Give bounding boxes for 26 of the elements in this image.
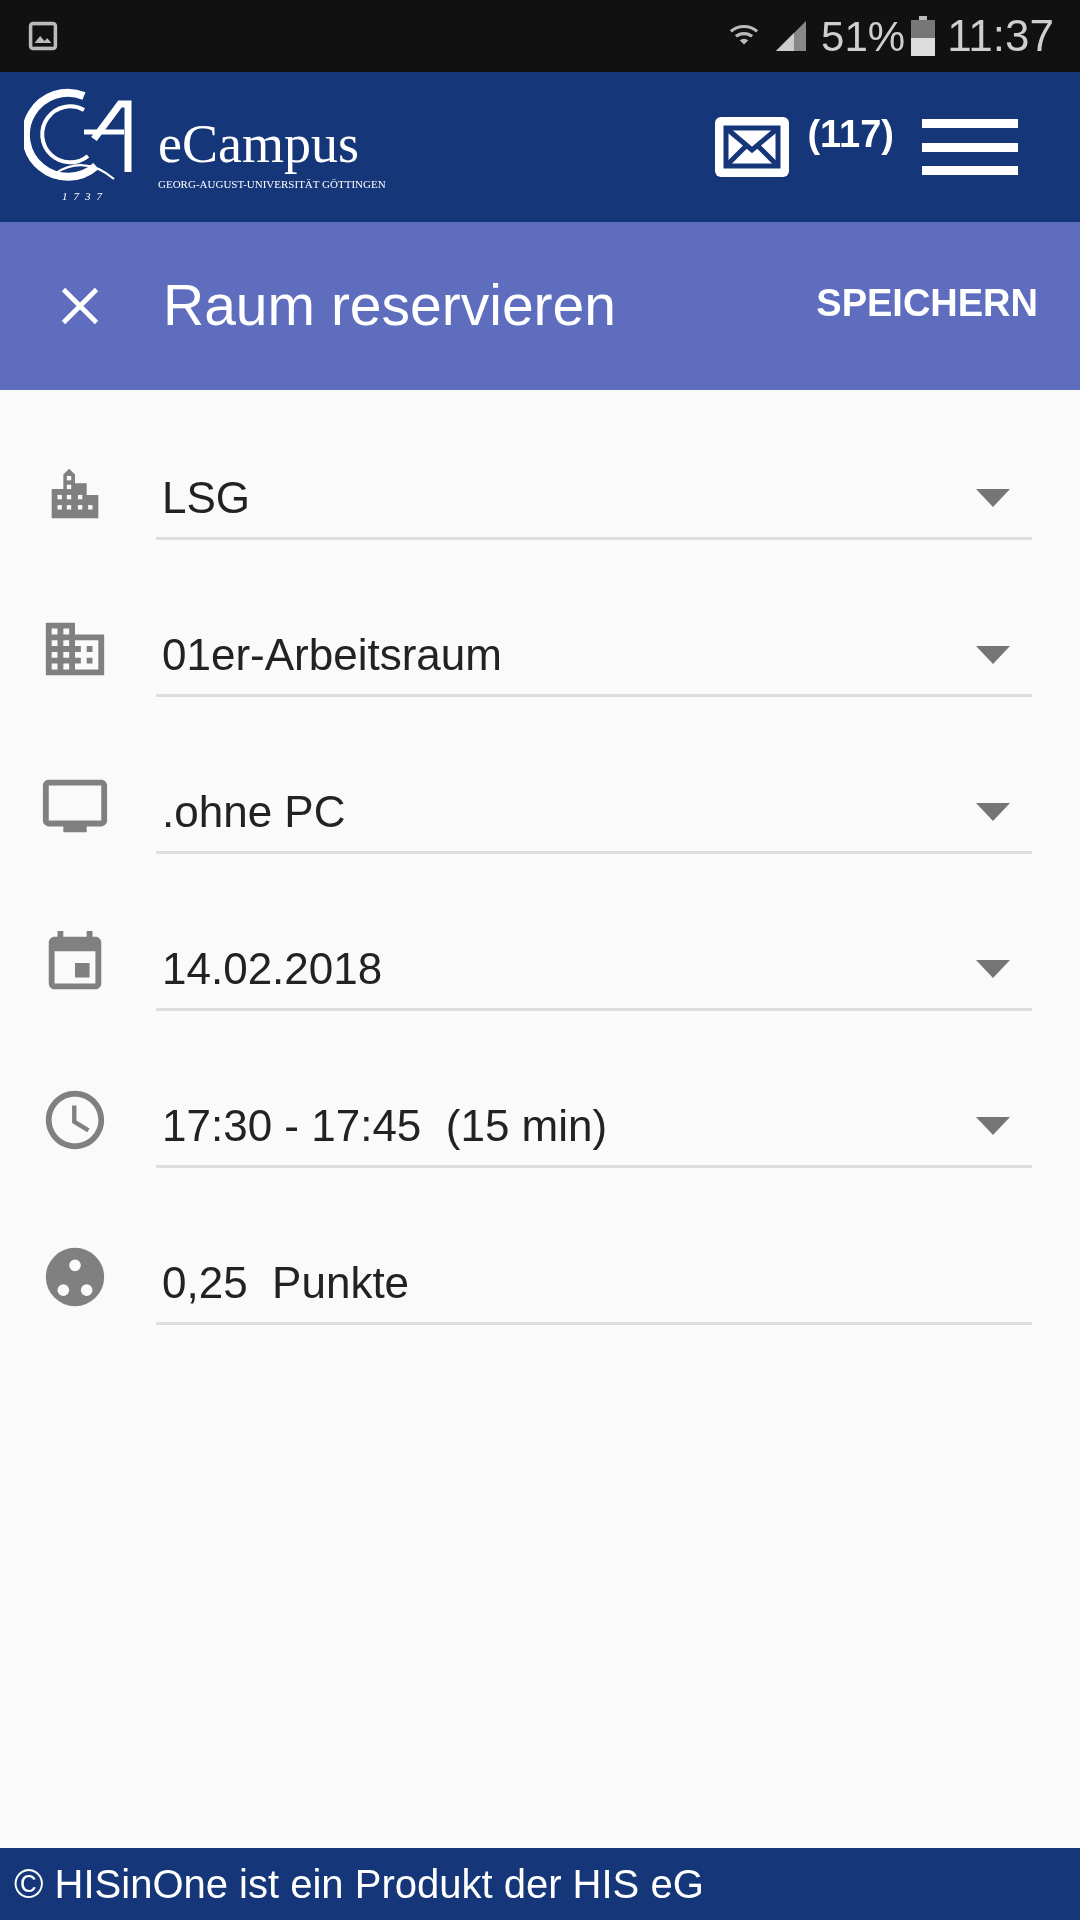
dropdown-caret-icon [976,803,1010,821]
dropdown-field[interactable]: .ohne PC [156,773,1032,854]
dropdown-caret-icon [976,646,1010,664]
dropdown-field[interactable]: 01er-Arbeitsraum [156,616,1032,697]
university-name: GEORG-AUGUST-UNIVERSITÄT GÖTTINGEN [158,176,386,192]
dropdown-field[interactable]: LSG [156,459,1032,540]
menu-button[interactable] [922,117,1018,177]
mail-count: (117) [807,112,894,157]
battery-icon [911,16,936,56]
dropdown-caret-icon [976,1117,1010,1135]
dropdown-field[interactable]: 17:30 - 17:45 (15 min) [156,1087,1032,1168]
mail-icon [722,124,783,170]
dropdown-caret-icon [976,489,1010,507]
battery-percentage: 51% [821,11,906,62]
dropdown-caret-icon [976,960,1010,978]
toolbar-title: Raum reservieren [163,272,616,340]
footer-text: © HISinOne ist ein Produkt der HIS eG [14,1861,704,1908]
founding-year: 1737 [62,189,108,204]
mail-button[interactable] [715,117,790,177]
text-field[interactable]: 0,25 Punkte [156,1244,1032,1325]
brand-name: eCampus [158,112,360,176]
dropdown-field[interactable]: 14.02.2018 [156,930,1032,1011]
menu-icon [922,119,1018,175]
save-button[interactable]: SPEICHERN [816,274,1038,332]
image-icon [26,19,60,53]
clock-time: 11:37 [947,10,1054,62]
